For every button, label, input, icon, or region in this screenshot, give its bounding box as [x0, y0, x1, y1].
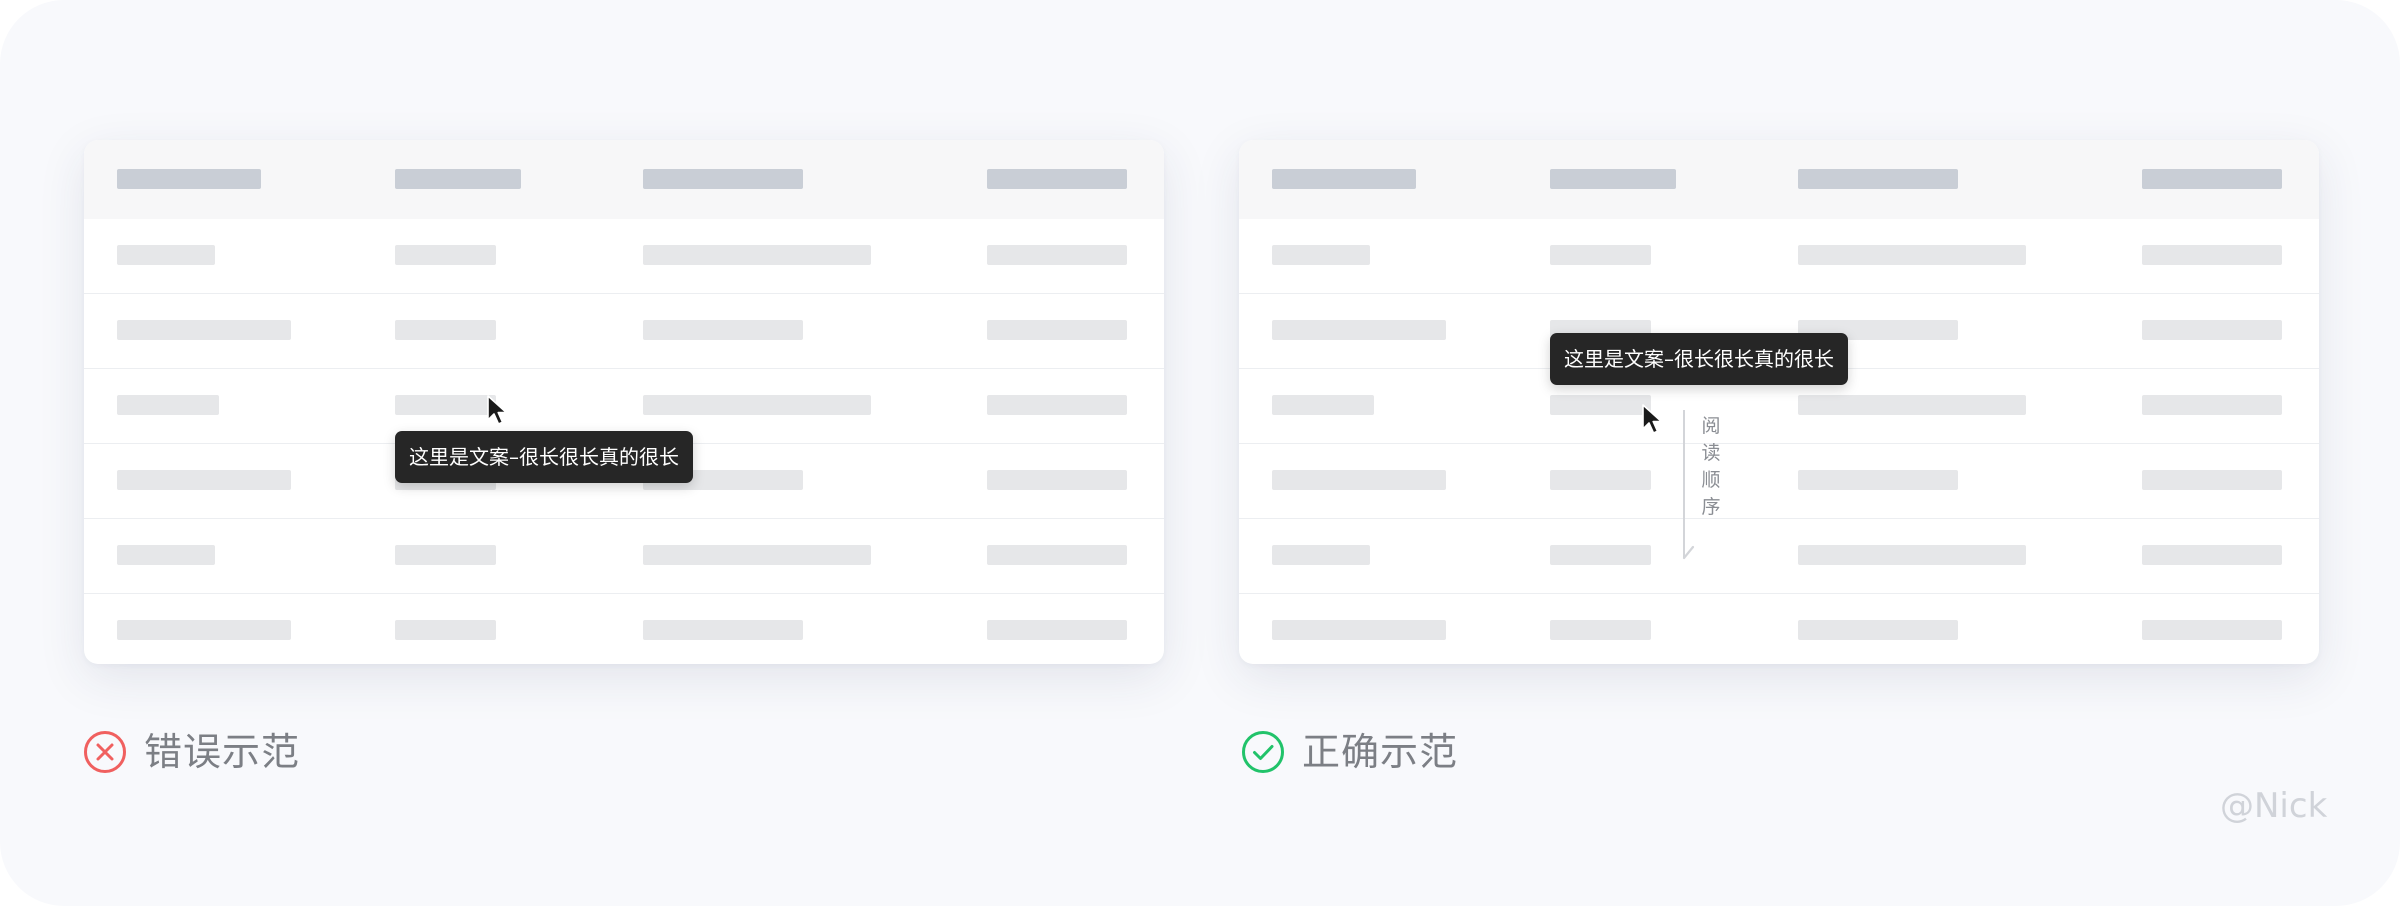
correct-example-label: 正确示范	[1302, 730, 1459, 774]
header-placeholder	[1798, 169, 1958, 189]
arrow-down-icon	[1682, 545, 1695, 560]
cell-placeholder	[1550, 245, 1651, 265]
table-row	[84, 294, 1164, 369]
header-placeholder	[395, 169, 521, 189]
table-card-wrong	[84, 140, 1164, 664]
cell-placeholder	[2142, 545, 2282, 565]
cell-placeholder	[1550, 620, 1651, 640]
header-placeholder	[987, 169, 1127, 189]
header-placeholder	[1550, 169, 1676, 189]
check-circle-icon	[1242, 731, 1284, 773]
tooltip-correct: 这里是文案–很长很长真的很长	[1550, 333, 1848, 385]
cell-placeholder	[643, 545, 871, 565]
cell-placeholder	[987, 320, 1127, 340]
cell-placeholder	[1550, 545, 1651, 565]
cell-placeholder	[2142, 470, 2282, 490]
table-row	[84, 219, 1164, 294]
cell-placeholder	[395, 545, 496, 565]
cell-placeholder	[2142, 320, 2282, 340]
cell-placeholder	[1272, 320, 1446, 340]
cell-placeholder	[987, 245, 1127, 265]
cell-placeholder	[643, 320, 803, 340]
cell-placeholder	[987, 470, 1127, 490]
cell-placeholder	[395, 620, 496, 640]
cell-placeholder	[643, 395, 871, 415]
cell-placeholder	[1272, 245, 1370, 265]
cell-placeholder	[1798, 620, 1958, 640]
header-placeholder	[2142, 169, 2282, 189]
cell-placeholder	[2142, 245, 2282, 265]
cell-placeholder	[1550, 470, 1651, 490]
canvas: 这里是文案–很长很长真的很长 这里是文案–很长很长真的很长 阅读顺序 错误示范 …	[0, 0, 2400, 906]
table-header	[1239, 140, 2319, 219]
table-header	[84, 140, 1164, 219]
cell-placeholder	[1798, 245, 2026, 265]
table-row	[1239, 519, 2319, 594]
table-row	[1239, 444, 2319, 519]
cell-placeholder	[395, 395, 496, 415]
cell-placeholder	[117, 245, 215, 265]
wrong-example-label: 错误示范	[144, 730, 301, 774]
cell-placeholder	[395, 320, 496, 340]
cell-placeholder	[1798, 395, 2026, 415]
header-placeholder	[117, 169, 261, 189]
table-card-correct	[1239, 140, 2319, 664]
mouse-cursor-icon	[487, 395, 508, 425]
cell-placeholder	[987, 395, 1127, 415]
cell-placeholder	[1272, 545, 1370, 565]
table-row	[84, 594, 1164, 664]
cell-placeholder	[987, 545, 1127, 565]
cell-placeholder	[1798, 545, 2026, 565]
cell-placeholder	[1272, 620, 1446, 640]
cell-placeholder	[117, 395, 219, 415]
cell-placeholder	[643, 245, 871, 265]
watermark: @Nick	[2220, 786, 2328, 826]
cell-placeholder	[2142, 395, 2282, 415]
cell-placeholder	[395, 245, 496, 265]
tooltip-wrong: 这里是文案–很长很长真的很长	[395, 431, 693, 483]
table-row	[1239, 594, 2319, 664]
cell-placeholder	[987, 620, 1127, 640]
table-row	[1239, 219, 2319, 294]
cell-placeholder	[117, 320, 291, 340]
header-placeholder	[1272, 169, 1416, 189]
cell-placeholder	[643, 620, 803, 640]
cell-placeholder	[2142, 620, 2282, 640]
reading-order-label: 阅读顺序	[1701, 415, 1721, 518]
cell-placeholder	[117, 545, 215, 565]
table-row	[84, 519, 1164, 594]
cell-placeholder	[117, 620, 291, 640]
error-circle-icon	[84, 731, 126, 773]
cell-placeholder	[1798, 470, 1958, 490]
cell-placeholder	[1272, 395, 1374, 415]
cell-placeholder	[1550, 395, 1651, 415]
cell-placeholder	[117, 470, 291, 490]
mouse-cursor-icon	[1642, 404, 1663, 434]
cell-placeholder	[1272, 470, 1446, 490]
header-placeholder	[643, 169, 803, 189]
